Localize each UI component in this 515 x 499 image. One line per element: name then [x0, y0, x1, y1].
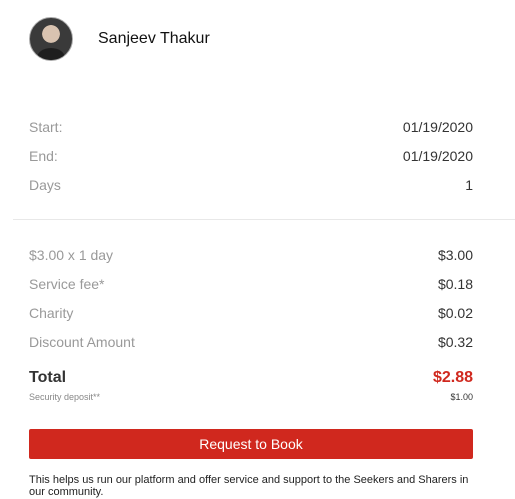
start-date-value: 01/19/2020 — [402, 119, 473, 135]
discount-row: Discount Amount $0.32 — [29, 334, 473, 350]
service-fee-row: Service fee* $0.18 — [29, 276, 473, 292]
request-to-book-button[interactable]: Request to Book — [29, 429, 473, 459]
security-deposit-row: Security deposit** $1.00 — [29, 392, 473, 402]
divider — [13, 219, 515, 220]
avatar[interactable] — [29, 17, 73, 61]
user-name: Sanjeev Thakur — [98, 30, 210, 47]
total-row: Total $2.88 — [29, 369, 473, 387]
rate-label: $3.00 x 1 day — [29, 247, 114, 263]
end-date-row: End: 01/19/2020 — [29, 148, 473, 164]
start-date-label: Start: — [29, 119, 63, 135]
end-date-value: 01/19/2020 — [402, 148, 473, 164]
rate-value: $3.00 — [437, 247, 473, 263]
discount-label: Discount Amount — [29, 334, 135, 350]
charity-value: $0.02 — [437, 305, 473, 321]
discount-value: $0.32 — [437, 334, 473, 350]
user-header: Sanjeev Thakur — [29, 16, 210, 62]
days-label: Days — [29, 177, 61, 193]
service-fee-label: Service fee* — [29, 276, 105, 292]
security-deposit-label: Security deposit** — [29, 392, 101, 402]
end-date-label: End: — [29, 148, 58, 164]
charity-label: Charity — [29, 305, 74, 321]
service-fee-value: $0.18 — [437, 276, 473, 292]
total-value: $2.88 — [432, 369, 473, 386]
start-date-row: Start: 01/19/2020 — [29, 119, 473, 135]
rate-row: $3.00 x 1 day $3.00 — [29, 247, 473, 263]
security-deposit-value: $1.00 — [450, 392, 473, 402]
charity-row: Charity $0.02 — [29, 305, 473, 321]
days-value: 1 — [465, 177, 473, 193]
days-row: Days 1 — [29, 177, 473, 193]
total-label: Total — [29, 369, 67, 386]
footer-note: This helps us run our platform and offer… — [29, 474, 469, 498]
